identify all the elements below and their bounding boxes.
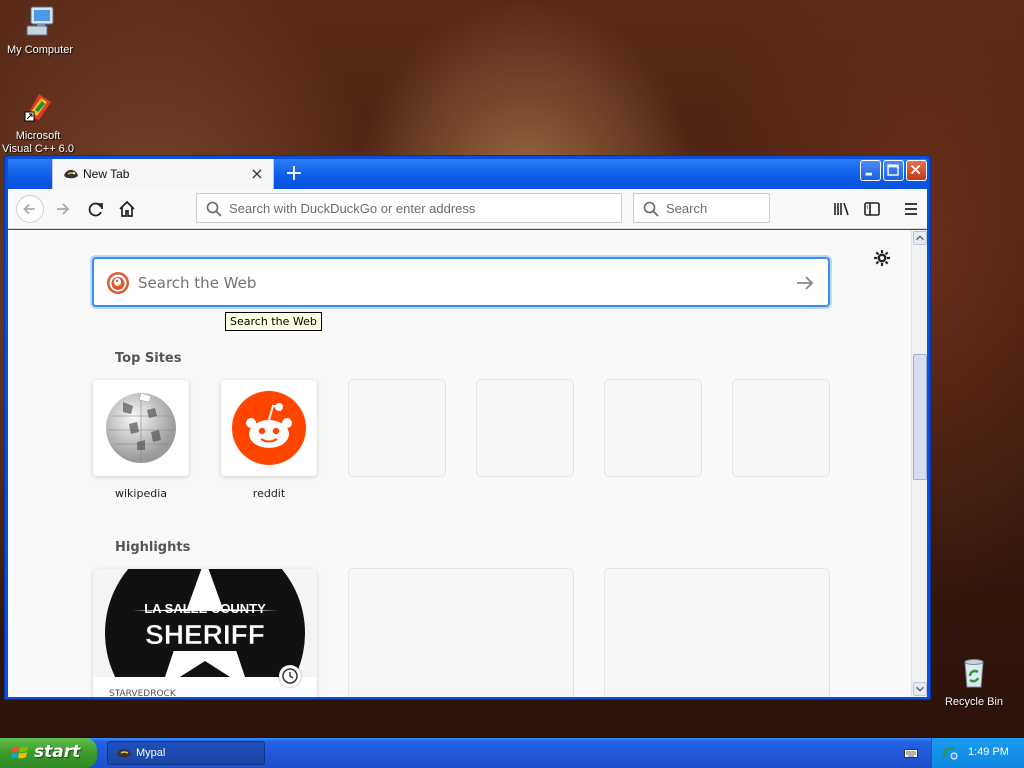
system-tray: 1:49 PM bbox=[931, 738, 1024, 768]
computer-icon bbox=[26, 6, 54, 36]
taskbar-item-mypal[interactable]: Mypal bbox=[107, 741, 265, 765]
address-bar[interactable] bbox=[196, 193, 622, 223]
keyboard-icon[interactable] bbox=[904, 747, 918, 759]
desktop-icon-visual-cpp[interactable]: Microsoft Visual C++ 6.0 bbox=[0, 90, 78, 156]
duckduckgo-icon bbox=[107, 272, 129, 294]
close-window-button[interactable] bbox=[906, 160, 927, 181]
network-icon[interactable] bbox=[942, 745, 958, 761]
nav-toolbar bbox=[8, 189, 927, 229]
window-controls bbox=[860, 160, 927, 181]
browser-window: New Tab × + Search with DuckDuckGo or en… bbox=[4, 155, 931, 700]
top-site-empty[interactable] bbox=[349, 380, 445, 487]
empty-site-tile bbox=[605, 380, 701, 476]
empty-site-tile bbox=[349, 380, 445, 476]
desktop-icon-label: Microsoft Visual C++ 6.0 bbox=[2, 130, 74, 155]
top-site-wikipedia[interactable]: wikipedia bbox=[93, 380, 189, 500]
top-sites-title: Top Sites bbox=[115, 351, 182, 366]
desktop-icon-recycle-bin[interactable]: Recycle Bin bbox=[934, 656, 1014, 709]
wikipedia-globe-icon bbox=[106, 392, 176, 463]
sheriff-badge-image: LA SALLE COUNTY SHERIFF bbox=[93, 569, 317, 677]
tab-title: New Tab bbox=[83, 167, 130, 181]
clock: 1:49 PM bbox=[968, 746, 1009, 758]
search-input[interactable] bbox=[666, 198, 762, 218]
close-icon bbox=[910, 164, 921, 175]
task-label: Mypal bbox=[136, 747, 166, 759]
back-button[interactable] bbox=[16, 195, 44, 223]
chevron-up-icon bbox=[916, 235, 924, 241]
desktop-icon-label: My Computer bbox=[6, 44, 74, 56]
scroll-down-button[interactable] bbox=[913, 682, 927, 696]
highlight-card-empty[interactable] bbox=[349, 569, 573, 697]
highlight-card-empty[interactable] bbox=[605, 569, 829, 697]
empty-site-tile bbox=[733, 380, 829, 476]
sidebar-button[interactable] bbox=[858, 195, 886, 223]
new-tab-button[interactable]: + bbox=[281, 161, 307, 187]
history-clock-icon bbox=[279, 665, 301, 687]
top-site-empty[interactable] bbox=[605, 380, 701, 487]
web-search-box[interactable] bbox=[92, 257, 830, 307]
highlight-card[interactable]: LA SALLE COUNTY SHERIFF STARVEDROCK bbox=[93, 569, 317, 697]
sidebar-icon bbox=[864, 202, 880, 216]
hamburger-menu-icon bbox=[905, 203, 917, 215]
back-arrow-icon bbox=[23, 203, 35, 215]
highlight-host: STARVEDROCK bbox=[109, 689, 176, 697]
top-site-reddit[interactable]: reddit bbox=[221, 380, 317, 500]
library-button[interactable] bbox=[827, 195, 855, 223]
minimize-button[interactable] bbox=[860, 160, 881, 181]
forward-button[interactable] bbox=[49, 195, 77, 223]
taskbar: start Mypal 1:49 PM bbox=[0, 738, 1024, 768]
visual-cpp-icon bbox=[24, 94, 51, 122]
badge-text-top: LA SALLE COUNTY bbox=[144, 601, 266, 616]
arrow-right-icon[interactable] bbox=[794, 272, 816, 294]
maximize-icon bbox=[887, 164, 899, 176]
site-tile bbox=[221, 380, 317, 476]
chevron-down-icon bbox=[916, 686, 924, 692]
desktop-icon-my-computer[interactable]: My Computer bbox=[0, 4, 80, 57]
search-icon bbox=[643, 201, 659, 217]
tab-bar: New Tab × + bbox=[8, 159, 927, 189]
site-label: reddit bbox=[252, 487, 286, 500]
library-icon bbox=[834, 202, 849, 216]
top-site-empty[interactable] bbox=[733, 380, 829, 487]
tab-close-icon[interactable]: × bbox=[247, 164, 267, 184]
highlight-thumbnail: LA SALLE COUNTY SHERIFF bbox=[93, 569, 317, 677]
desktop-icon-label: Recycle Bin bbox=[944, 696, 1004, 708]
maximize-button[interactable] bbox=[883, 160, 904, 181]
tooltip: Search the Web bbox=[225, 312, 322, 331]
top-site-empty[interactable] bbox=[477, 380, 573, 487]
home-icon bbox=[119, 200, 135, 217]
site-tile bbox=[93, 380, 189, 476]
start-button[interactable]: start bbox=[0, 738, 97, 768]
start-label: start bbox=[34, 742, 81, 762]
badge-text-main: SHERIFF bbox=[145, 619, 265, 650]
gear-icon[interactable] bbox=[872, 248, 892, 268]
mypal-icon bbox=[64, 169, 78, 179]
highlights-title: Highlights bbox=[115, 540, 191, 555]
tab-new-tab[interactable]: New Tab × bbox=[52, 159, 274, 189]
scroll-up-button[interactable] bbox=[913, 231, 927, 245]
site-label: wikipedia bbox=[114, 487, 167, 500]
scroll-thumb[interactable] bbox=[913, 354, 927, 480]
minimize-icon bbox=[865, 172, 872, 176]
search-bar[interactable] bbox=[633, 193, 770, 223]
reload-button[interactable] bbox=[82, 195, 110, 223]
web-search-input[interactable] bbox=[138, 272, 758, 294]
mypal-icon bbox=[117, 748, 131, 758]
forward-arrow-icon bbox=[57, 203, 70, 215]
address-input[interactable] bbox=[229, 198, 609, 218]
windows-logo-icon bbox=[11, 746, 28, 759]
empty-site-tile bbox=[477, 380, 573, 476]
home-button[interactable] bbox=[113, 195, 141, 223]
search-icon bbox=[206, 201, 222, 217]
menu-button[interactable] bbox=[897, 195, 925, 223]
reddit-icon bbox=[232, 391, 306, 465]
recycle-bin-icon bbox=[964, 659, 984, 688]
vertical-scrollbar[interactable] bbox=[911, 230, 927, 697]
reload-icon bbox=[88, 202, 103, 217]
new-tab-page: Search the Web Top Sites wikipedia bbox=[8, 230, 927, 697]
